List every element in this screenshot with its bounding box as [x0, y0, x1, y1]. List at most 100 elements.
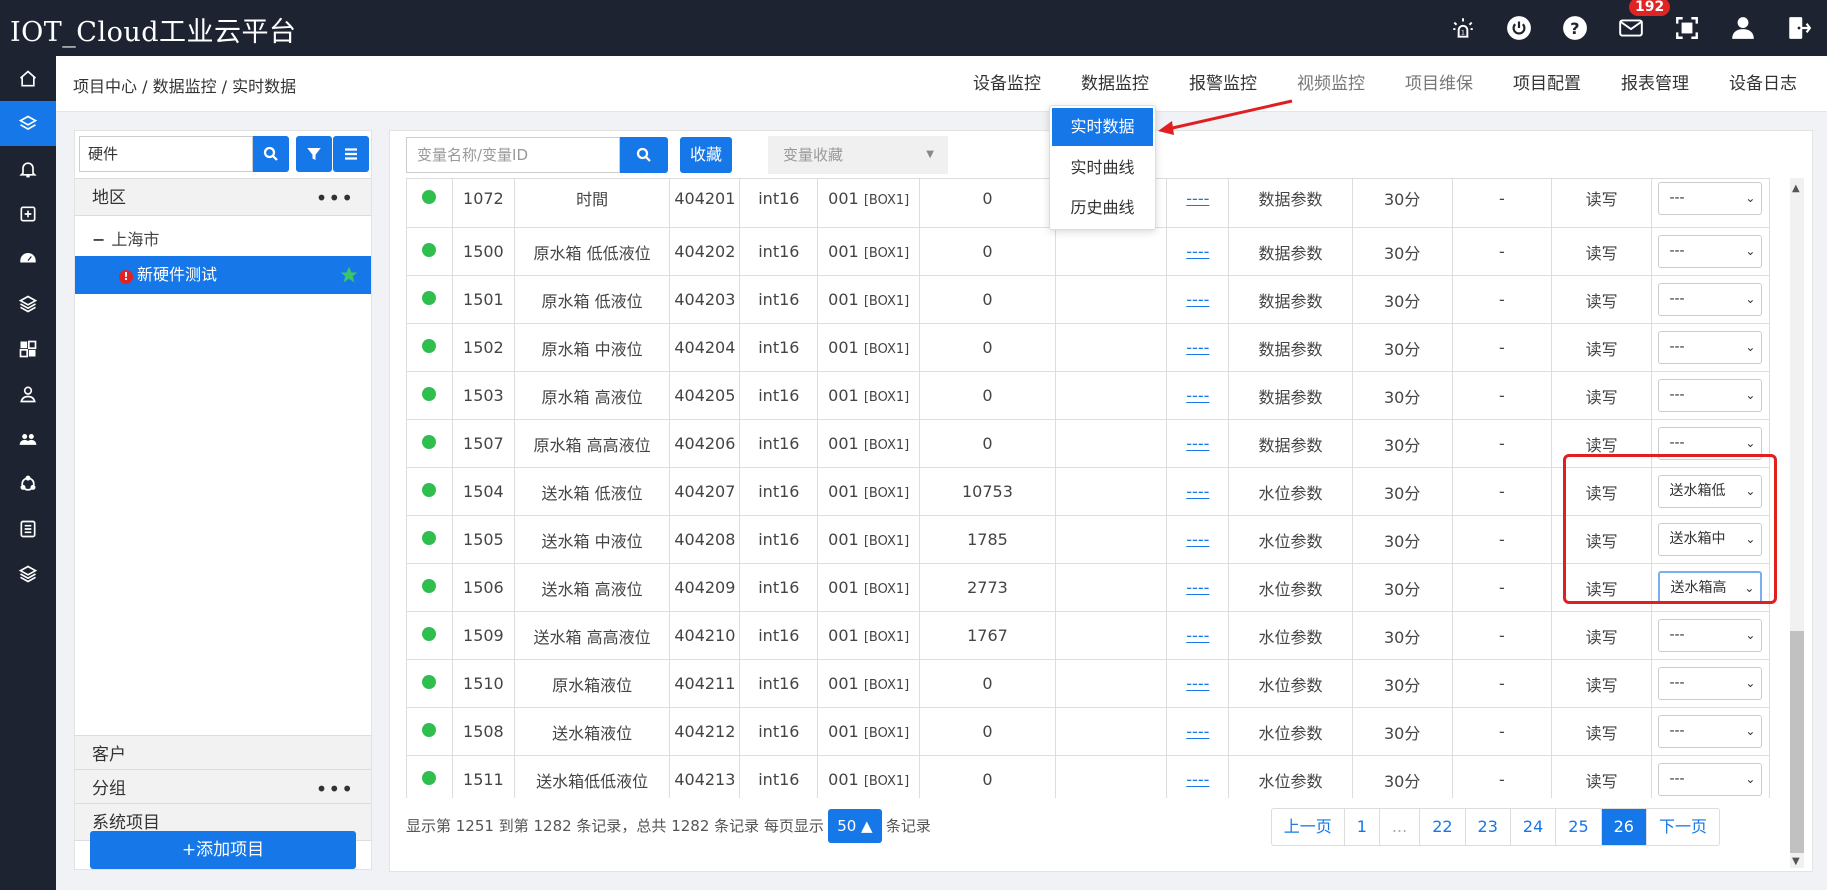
- page-22[interactable]: 22: [1419, 809, 1464, 845]
- name-cell: 原水箱 低低液位: [513, 227, 671, 276]
- page-next[interactable]: 下一页: [1645, 809, 1719, 845]
- edit-link[interactable]: ----: [1186, 674, 1209, 693]
- nav-maintenance[interactable]: 项目维保: [1385, 56, 1493, 112]
- scrollbar-thumb[interactable]: [1790, 631, 1804, 853]
- variable-select[interactable]: --- ⌄: [1658, 667, 1763, 700]
- variable-select[interactable]: --- ⌄: [1658, 283, 1763, 316]
- edit-link[interactable]: ----: [1186, 338, 1209, 357]
- home-icon[interactable]: [0, 56, 56, 101]
- edit-link[interactable]: ----: [1186, 530, 1209, 549]
- variable-search-button[interactable]: [620, 137, 668, 173]
- edit-link[interactable]: ----: [1186, 386, 1209, 405]
- type-cell: int16: [739, 659, 819, 708]
- scroll-up-icon[interactable]: ▲: [1792, 183, 1800, 194]
- alarm-icon[interactable]: 1: [1435, 0, 1491, 56]
- edit-link[interactable]: ----: [1186, 722, 1209, 741]
- group-section-header[interactable]: 分组 •••: [75, 769, 371, 807]
- type-cell: int16: [739, 611, 819, 660]
- menu-item-realtime-data[interactable]: 实时数据: [1052, 108, 1153, 146]
- tree-node-selected-project[interactable]: ! 新硬件测试: [75, 256, 371, 294]
- variable-select[interactable]: 送水箱高 ⌄: [1658, 571, 1763, 604]
- id-cell: 1510: [451, 659, 515, 708]
- variable-select[interactable]: --- ⌄: [1658, 619, 1763, 652]
- nav-report[interactable]: 报表管理: [1601, 56, 1709, 112]
- edit-link[interactable]: ----: [1186, 189, 1209, 208]
- dashboard-icon[interactable]: [0, 236, 56, 281]
- period-cell: 30分: [1351, 419, 1453, 468]
- variable-select[interactable]: --- ⌄: [1658, 715, 1763, 748]
- edit-link[interactable]: ----: [1186, 770, 1209, 789]
- filter-button[interactable]: [296, 136, 332, 172]
- page-size-select[interactable]: 50 ▲: [827, 809, 882, 843]
- more-icon[interactable]: •••: [316, 179, 354, 217]
- project-search-input[interactable]: 硬件: [79, 136, 253, 172]
- page-prev[interactable]: 上一页: [1272, 809, 1344, 845]
- nav-device-log[interactable]: 设备日志: [1709, 56, 1817, 112]
- empty-cell: [1054, 275, 1168, 324]
- tree-node-city[interactable]: − 上海市: [92, 226, 159, 250]
- variable-search-input[interactable]: 变量名称/变量ID: [406, 137, 620, 173]
- page-1[interactable]: 1: [1343, 809, 1379, 845]
- variable-select[interactable]: 送水箱中 ⌄: [1658, 523, 1763, 556]
- mail-icon[interactable]: 192: [1603, 0, 1671, 56]
- favorite-select-value: 变量收藏: [783, 146, 844, 164]
- project-search-button[interactable]: [253, 136, 289, 172]
- users-icon[interactable]: [0, 416, 56, 461]
- table-row: 1503 原水箱 高液位 404205 int16 001 [BOX1] 0 ---- 数据参…: [406, 371, 1770, 420]
- edit-link[interactable]: ----: [1186, 578, 1209, 597]
- device-id: 001: [828, 290, 859, 309]
- svg-text:1: 1: [1461, 29, 1465, 37]
- chevron-down-icon: ⌄: [1745, 772, 1756, 786]
- type-cell: int16: [739, 707, 819, 756]
- nav-device-monitor[interactable]: 设备监控: [953, 56, 1061, 112]
- select-cell: 送水箱中 ⌄: [1650, 515, 1770, 564]
- person-pin-icon[interactable]: [0, 371, 56, 416]
- menu-item-history-curve[interactable]: 历史曲线: [1050, 188, 1155, 228]
- group-label: 分组: [92, 779, 126, 799]
- page-25[interactable]: 25: [1555, 809, 1600, 845]
- status-dot-icon: [422, 531, 437, 545]
- scroll-down-icon[interactable]: ▼: [1792, 856, 1800, 867]
- variable-select[interactable]: 送水箱低 ⌄: [1658, 475, 1763, 508]
- menu-item-realtime-curve[interactable]: 实时曲线: [1050, 148, 1155, 188]
- stack-icon[interactable]: [0, 281, 56, 326]
- layers-icon-active[interactable]: [0, 101, 56, 146]
- page-26-current[interactable]: 26: [1600, 809, 1646, 845]
- user-icon[interactable]: [1715, 0, 1771, 56]
- plus-square-icon[interactable]: [0, 191, 56, 236]
- menu-button[interactable]: [333, 136, 369, 172]
- nav-project-config[interactable]: 项目配置: [1493, 56, 1601, 112]
- fullscreen-icon[interactable]: [1659, 0, 1715, 56]
- page-24[interactable]: 24: [1509, 809, 1555, 845]
- edit-link[interactable]: ----: [1186, 626, 1209, 645]
- edit-link[interactable]: ----: [1186, 482, 1209, 501]
- variable-select[interactable]: --- ⌄: [1658, 379, 1763, 412]
- variable-select[interactable]: --- ⌄: [1658, 181, 1763, 215]
- help-icon[interactable]: ?: [1547, 0, 1603, 56]
- variable-select[interactable]: --- ⌄: [1658, 331, 1763, 364]
- list-icon[interactable]: [0, 506, 56, 551]
- address-cell: 404202: [669, 227, 741, 276]
- logout-icon[interactable]: [1771, 0, 1827, 56]
- variable-select[interactable]: --- ⌄: [1658, 235, 1763, 268]
- add-project-button[interactable]: +添加项目: [90, 831, 356, 869]
- select-value: ---: [1669, 339, 1685, 355]
- favorite-button[interactable]: 收藏: [680, 137, 732, 173]
- region-section-header[interactable]: 地区 •••: [75, 178, 371, 216]
- power-icon[interactable]: [1491, 0, 1547, 56]
- variable-select[interactable]: --- ⌄: [1658, 427, 1763, 460]
- favorite-select[interactable]: 变量收藏 ▼: [768, 136, 948, 174]
- star-icon[interactable]: [339, 265, 359, 285]
- grid-icon[interactable]: [0, 326, 56, 371]
- page-23[interactable]: 23: [1464, 809, 1510, 845]
- variable-select[interactable]: --- ⌄: [1658, 763, 1763, 796]
- edit-link[interactable]: ----: [1186, 242, 1209, 261]
- bell-icon[interactable]: [0, 146, 56, 191]
- layers-icon[interactable]: [0, 551, 56, 596]
- edit-link[interactable]: ----: [1186, 290, 1209, 309]
- collapse-icon[interactable]: −: [92, 230, 105, 249]
- edit-link[interactable]: ----: [1186, 434, 1209, 453]
- device-cell: 001 [BOX1]: [817, 563, 921, 612]
- network-icon[interactable]: [0, 461, 56, 506]
- customer-section-header[interactable]: 客户: [75, 735, 371, 773]
